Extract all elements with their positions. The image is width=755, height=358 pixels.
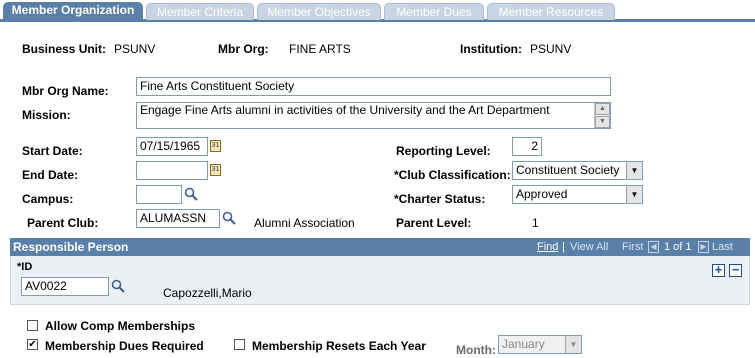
reporting-level-input[interactable]: 2 bbox=[512, 137, 542, 156]
tab-member-objectives[interactable]: Member Objectives bbox=[257, 3, 381, 20]
lookup-search-icon[interactable] bbox=[111, 279, 125, 293]
business-unit-value: PSUNV bbox=[114, 42, 156, 56]
delete-row-icon[interactable]: − bbox=[729, 263, 742, 277]
month-label: Month: bbox=[456, 343, 496, 357]
charter-status-select[interactable]: Approved ▼ bbox=[512, 185, 643, 204]
tab-member-organization[interactable]: Member Organization bbox=[3, 2, 143, 21]
campus-label: Campus: bbox=[22, 192, 74, 206]
row-range: 1 of 1 bbox=[664, 241, 692, 253]
mbr-org-name-input[interactable]: Fine Arts Constituent Society bbox=[136, 77, 611, 96]
responsible-person-header: Responsible Person Find | View All First… bbox=[10, 238, 750, 256]
institution-value: PSUNV bbox=[530, 42, 572, 56]
club-classification-value: Constituent Society bbox=[516, 163, 620, 177]
responsible-person-body: *ID AV0022 Capozzelli,Mario + − bbox=[10, 256, 750, 305]
tab-member-criteria[interactable]: Member Criteria bbox=[146, 3, 254, 20]
institution-label: Institution: bbox=[460, 42, 522, 56]
club-classification-select[interactable]: Constituent Society ▼ bbox=[512, 161, 643, 180]
calendar-icon[interactable]: 31 bbox=[210, 140, 221, 152]
charter-status-label: *Charter Status: bbox=[394, 192, 486, 206]
parent-club-description: Alumni Association bbox=[254, 216, 355, 230]
person-name: Capozzelli,Mario bbox=[163, 286, 252, 300]
mbr-org-name-label: Mbr Org Name: bbox=[22, 84, 109, 98]
view-all-link[interactable]: View All bbox=[570, 241, 608, 253]
parent-club-input[interactable]: ALUMASSN bbox=[136, 209, 220, 228]
tab-member-resources[interactable]: Member Resources bbox=[487, 3, 615, 20]
club-classification-label: *Club Classification: bbox=[394, 168, 511, 182]
previous-arrow-icon[interactable]: ◀ bbox=[648, 241, 659, 253]
month-value: January bbox=[502, 337, 545, 351]
first-link[interactable]: First bbox=[622, 241, 643, 253]
checkmark-icon: ✔ bbox=[28, 339, 37, 350]
id-label: *ID bbox=[17, 261, 33, 273]
start-date-label: Start Date: bbox=[22, 144, 83, 158]
calendar-icon[interactable]: 31 bbox=[210, 164, 221, 176]
charter-status-value: Approved bbox=[516, 187, 568, 201]
reporting-level-label: Reporting Level: bbox=[396, 144, 491, 158]
mbr-org-label: Mbr Org: bbox=[218, 42, 269, 56]
last-link[interactable]: Last bbox=[712, 241, 733, 253]
parent-level-value: 1 bbox=[532, 216, 539, 230]
membership-resets-label: Membership Resets Each Year bbox=[252, 339, 426, 353]
campus-input[interactable] bbox=[136, 185, 182, 204]
lookup-search-icon[interactable] bbox=[184, 187, 198, 201]
tab-member-dues[interactable]: Member Dues bbox=[384, 3, 484, 20]
membership-resets-checkbox[interactable] bbox=[234, 339, 245, 350]
tab-strip: Member Organization Member Criteria Memb… bbox=[0, 0, 755, 22]
scroll-down-icon[interactable]: ▼ bbox=[595, 116, 610, 128]
chevron-down-icon[interactable]: ▼ bbox=[565, 336, 581, 353]
mission-text: Engage Fine Arts alumni in activities of… bbox=[140, 103, 550, 117]
month-select[interactable]: January ▼ bbox=[498, 335, 582, 354]
allow-comp-memberships-checkbox[interactable] bbox=[27, 320, 38, 331]
scroll-up-icon[interactable]: ▲ bbox=[595, 103, 610, 115]
id-input[interactable]: AV0022 bbox=[21, 277, 109, 296]
business-unit-label: Business Unit: bbox=[22, 42, 107, 56]
add-row-icon[interactable]: + bbox=[712, 263, 725, 277]
mission-textarea[interactable]: Engage Fine Arts alumni in activities of… bbox=[136, 102, 611, 129]
chevron-down-icon[interactable]: ▼ bbox=[626, 186, 642, 203]
separator: | bbox=[562, 241, 565, 253]
end-date-label: End Date: bbox=[22, 168, 79, 182]
parent-level-label: Parent Level: bbox=[396, 216, 472, 230]
chevron-down-icon[interactable]: ▼ bbox=[626, 162, 642, 179]
start-date-input[interactable]: 07/15/1965 bbox=[136, 137, 208, 156]
parent-club-label: Parent Club: bbox=[27, 216, 99, 230]
mission-scrollbar[interactable]: ▲ ▼ bbox=[594, 103, 610, 128]
allow-comp-memberships-label: Allow Comp Memberships bbox=[45, 319, 196, 333]
mission-label: Mission: bbox=[22, 108, 71, 122]
end-date-input[interactable] bbox=[136, 161, 208, 180]
find-link[interactable]: Find bbox=[537, 241, 558, 253]
membership-dues-required-label: Membership Dues Required bbox=[45, 339, 204, 353]
next-arrow-icon[interactable]: ▶ bbox=[698, 241, 709, 253]
membership-dues-required-checkbox[interactable]: ✔ bbox=[27, 339, 38, 350]
responsible-person-title: Responsible Person bbox=[13, 240, 129, 254]
mbr-org-value: FINE ARTS bbox=[289, 42, 351, 56]
lookup-search-icon[interactable] bbox=[222, 211, 236, 225]
